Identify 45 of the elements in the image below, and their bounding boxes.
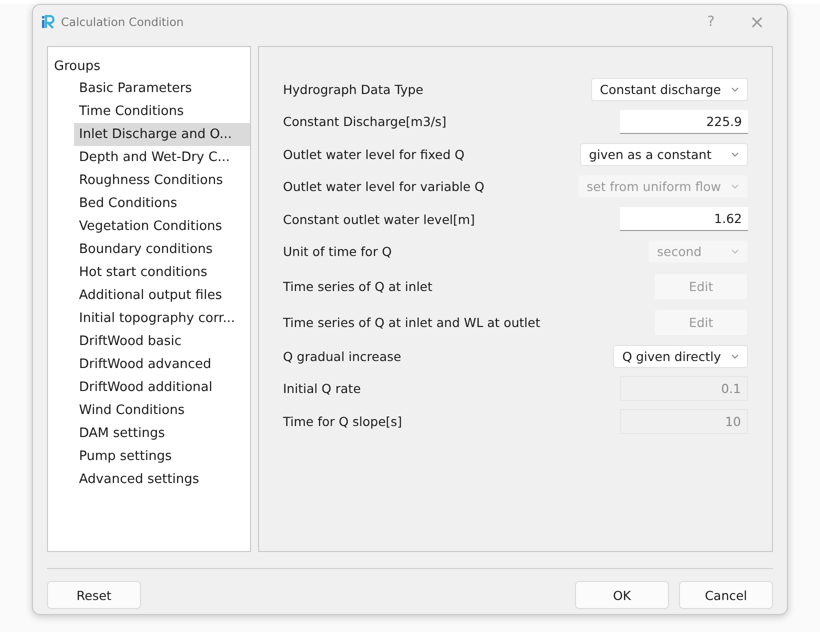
field-label: Time series of Q at inlet and WL at outlet bbox=[283, 314, 540, 330]
dropdown[interactable]: Constant discharge bbox=[590, 78, 748, 101]
field-label: Q gradual increase bbox=[283, 348, 402, 364]
tree-item[interactable]: DriftWood advanced bbox=[74, 353, 250, 376]
app-logo-icon bbox=[41, 15, 55, 29]
chevron-icon bbox=[731, 354, 739, 359]
tree-item[interactable]: DriftWood basic bbox=[74, 330, 250, 353]
tree-item[interactable]: Hot start conditions bbox=[74, 261, 250, 284]
tree-item[interactable]: Depth and Wet-Dry C... bbox=[74, 146, 250, 169]
tree-item[interactable]: Initial topography corr... bbox=[74, 307, 250, 330]
field-label: Time for Q slope[s] bbox=[283, 414, 402, 429]
ok-button[interactable]: OK bbox=[575, 581, 669, 609]
dropdown[interactable]: Q given directly bbox=[613, 344, 748, 368]
tree-item[interactable]: Boundary conditions bbox=[74, 238, 250, 261]
chevron-icon bbox=[731, 86, 739, 92]
field-label: Outlet water level for fixed Q bbox=[283, 146, 464, 162]
chevron-icon bbox=[731, 152, 739, 157]
field-label: Time series of Q at inlet bbox=[283, 278, 432, 294]
window-title: Calculation Condition bbox=[61, 15, 185, 29]
field-label: Constant outlet water level[m] bbox=[283, 212, 475, 227]
tree-item[interactable]: Vegetation Conditions bbox=[74, 215, 250, 238]
tree-header: Groups bbox=[53, 59, 102, 74]
tree-item[interactable]: Additional output files bbox=[74, 284, 250, 307]
field-label: Unit of time for Q bbox=[283, 244, 392, 260]
tree-item[interactable]: Time Conditions bbox=[74, 100, 250, 123]
tree-item[interactable]: Pump settings bbox=[74, 445, 250, 468]
field-label: Initial Q rate bbox=[283, 381, 361, 396]
chevron-icon bbox=[731, 184, 739, 190]
input-field[interactable]: 1.62 bbox=[620, 207, 748, 232]
tree-item[interactable]: Advanced settings bbox=[74, 468, 250, 491]
cancel-button[interactable]: Cancel bbox=[679, 581, 773, 609]
tree-item[interactable]: DAM settings bbox=[74, 422, 250, 445]
tree-item[interactable]: Roughness Conditions bbox=[74, 169, 250, 192]
field-label: Hydrograph Data Type bbox=[283, 82, 424, 97]
dropdown[interactable]: given as a constant bbox=[580, 142, 748, 166]
input-field[interactable]: 225.9 bbox=[620, 110, 748, 134]
tree-item[interactable]: Basic Parameters bbox=[74, 77, 250, 100]
tree-item[interactable]: Inlet Discharge and O... bbox=[74, 123, 250, 146]
chevron-icon bbox=[731, 249, 739, 254]
field-label: Constant Discharge[m3/s] bbox=[283, 114, 446, 130]
tree-item[interactable]: DriftWood additional bbox=[74, 376, 250, 399]
reset-button[interactable]: Reset bbox=[47, 581, 141, 609]
tree-item[interactable]: Wind Conditions bbox=[74, 399, 250, 422]
tree-item[interactable]: Bed Conditions bbox=[74, 192, 250, 215]
field-label: Outlet water level for variable Q bbox=[283, 179, 484, 194]
